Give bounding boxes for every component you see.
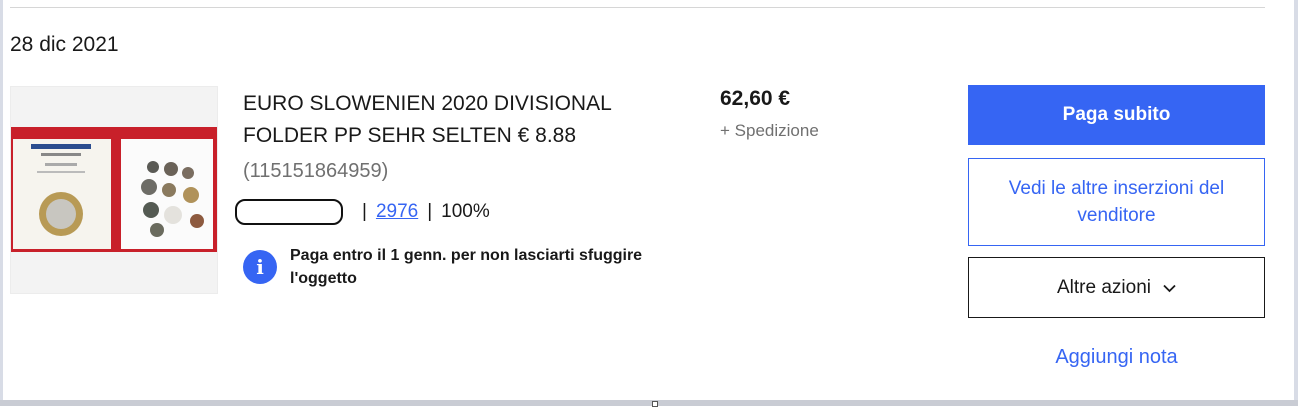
- pay-now-button[interactable]: Paga subito: [968, 85, 1265, 145]
- item-price: 62,60 €: [720, 87, 791, 110]
- window-bottom-edge: [0, 400, 1298, 406]
- coin-folder-image: [11, 87, 217, 293]
- payment-notice-text: Paga entro il 1 genn. per non lasciarti …: [290, 247, 643, 287]
- item-title[interactable]: EURO SLOWENIEN 2020 DIVISIONAL FOLDER PP…: [243, 88, 683, 152]
- order-date: 28 dic 2021: [10, 33, 119, 56]
- payment-notice: i Paga entro il 1 genn. per non lasciart…: [243, 244, 693, 290]
- more-actions-label: Altre azioni: [1057, 276, 1151, 298]
- resize-handle[interactable]: [652, 401, 658, 407]
- window-left-edge: [0, 0, 3, 400]
- add-note-link[interactable]: Aggiungi nota: [968, 346, 1265, 369]
- seller-info: | 2976 | 100%: [235, 197, 490, 227]
- redacted-seller-name: [235, 199, 343, 225]
- separator: |: [427, 201, 433, 222]
- seller-feedback-percent: 100%: [441, 201, 490, 222]
- more-actions-button[interactable]: Altre azioni: [968, 257, 1265, 318]
- view-seller-items-button[interactable]: Vedi le altre inserzioni del venditore: [968, 158, 1265, 246]
- view-seller-items-label: Vedi le altre inserzioni del venditore: [1008, 178, 1225, 226]
- item-thumbnail[interactable]: [10, 86, 218, 294]
- separator: |: [362, 201, 367, 222]
- shipping-label: + Spedizione: [720, 121, 819, 140]
- chevron-down-icon: [1163, 280, 1176, 297]
- divider: [10, 7, 1265, 8]
- pay-now-label: Paga subito: [1062, 104, 1171, 125]
- window-right-edge: [1294, 0, 1298, 400]
- order-card: 28 dic 2021 EURO SLOWENIEN 2020 DIVISION: [0, 0, 1298, 407]
- seller-feedback-count-link[interactable]: 2976: [376, 201, 418, 223]
- info-icon: i: [243, 250, 277, 284]
- item-number: (115151864959): [243, 160, 389, 182]
